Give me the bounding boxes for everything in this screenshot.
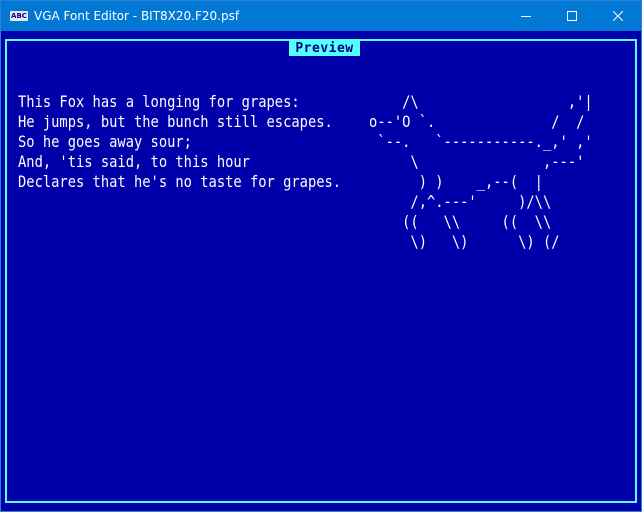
maximize-icon: [567, 11, 577, 21]
poem-line: Declares that he's no taste for grapes.: [18, 172, 342, 191]
maximize-button[interactable]: [549, 1, 595, 31]
art-line: o--'O `. / /: [369, 112, 585, 131]
art-line: /\ ,'|: [369, 92, 593, 111]
window-title: VGA Font Editor - BIT8X20.F20.psf: [34, 9, 240, 23]
close-icon: [613, 11, 623, 21]
close-button[interactable]: [595, 1, 641, 31]
window-controls: [503, 1, 641, 31]
minimize-icon: [521, 16, 531, 17]
poem-line: And, 'tis said, to this hour: [18, 152, 250, 171]
poem-line: This Fox has a longing for grapes:: [18, 92, 300, 111]
art-line: ) ) _,--( |: [369, 172, 543, 191]
title-bar[interactable]: ABC VGA Font Editor - BIT8X20.F20.psf: [1, 1, 641, 31]
fox-ascii-art: /\ ,'| o--'O `. / / `--. `-----------._,'…: [369, 92, 593, 252]
app-window: ABC VGA Font Editor - BIT8X20.F20.psf Pr…: [0, 0, 642, 512]
client-area: Preview This Fox has a longing for grape…: [1, 31, 641, 511]
app-icon: ABC: [10, 11, 28, 21]
art-line: \) \) \) (/: [369, 232, 560, 251]
poem-line: So he goes away sour;: [18, 132, 192, 151]
poem-text: This Fox has a longing for grapes: He jum…: [18, 92, 341, 192]
art-line: /,^.---' )/\\: [369, 192, 552, 211]
poem-line: He jumps, but the bunch still escapes.: [18, 112, 333, 131]
minimize-button[interactable]: [503, 1, 549, 31]
art-line: \ ,---': [369, 152, 585, 171]
art-line: `--. `-----------._,' ,': [369, 132, 593, 151]
art-line: (( \\ (( \\: [369, 212, 552, 231]
preview-title: Preview: [289, 40, 360, 56]
